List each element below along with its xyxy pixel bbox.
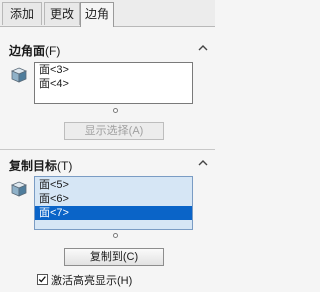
chevron-up-icon[interactable] <box>197 157 209 169</box>
tab-corner[interactable]: 边角 <box>80 2 114 27</box>
list-resize-handle[interactable] <box>113 233 118 238</box>
activate-highlight-checkbox[interactable] <box>37 274 48 285</box>
copy-target-title: 复制目标(T) <box>9 159 73 173</box>
list-item-selected[interactable]: 面<7> <box>35 206 192 220</box>
list-item[interactable]: 面<6> <box>35 192 192 206</box>
list-resize-handle[interactable] <box>113 108 118 113</box>
copy-to-button[interactable]: 复制到(C) <box>64 248 164 266</box>
edge-face-header[interactable]: 边角面(F) <box>0 40 215 60</box>
edge-face-list[interactable]: 面<3> 面<4> <box>34 62 193 104</box>
show-selection-button[interactable]: 显示选择(A) <box>64 122 164 140</box>
list-item[interactable]: 面<4> <box>35 77 192 91</box>
edge-face-title: 边角面(F) <box>9 44 61 58</box>
chevron-up-icon[interactable] <box>197 42 209 54</box>
copy-target-list[interactable]: 面<5> 面<6> 面<7> <box>34 176 193 230</box>
cube-icon <box>10 181 28 197</box>
check-icon <box>38 276 46 283</box>
tab-add[interactable]: 添加 <box>2 2 42 25</box>
copy-target-header[interactable]: 复制目标(T) <box>0 155 215 175</box>
list-item[interactable]: 面<3> <box>35 63 192 77</box>
list-item[interactable]: 面<5> <box>35 178 192 192</box>
tab-bar: 添加 更改 边角 <box>0 0 215 27</box>
activate-highlight-label[interactable]: 激活高亮显示(H) <box>51 272 132 288</box>
tab-change[interactable]: 更改 <box>44 2 80 25</box>
cube-icon <box>10 67 28 83</box>
section-divider <box>0 149 215 150</box>
